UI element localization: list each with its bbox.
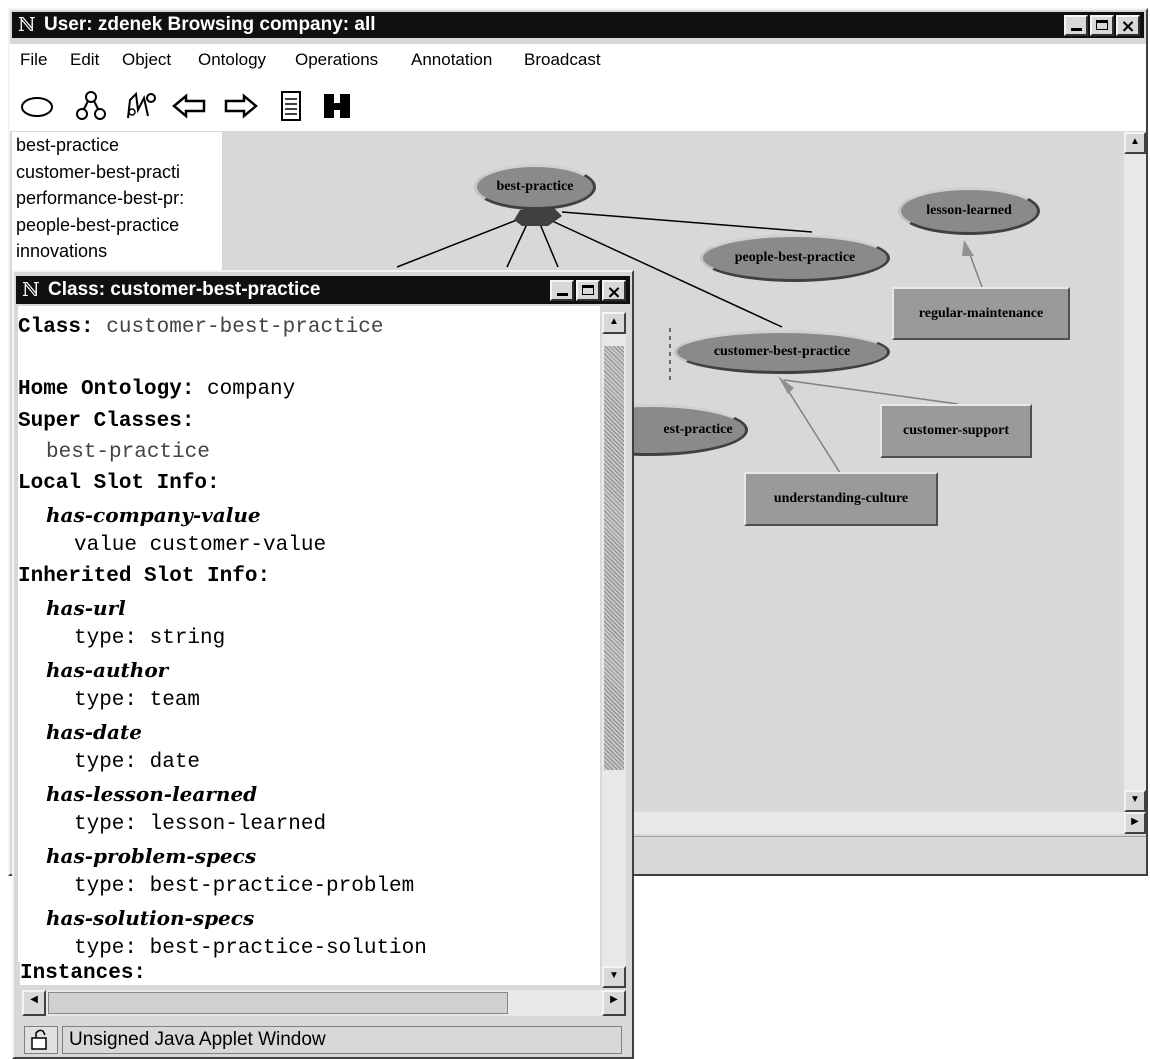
list-item[interactable]: people-best-practice xyxy=(12,212,222,239)
slot-name[interactable]: has-author xyxy=(46,658,168,682)
slot-detail: type: string xyxy=(74,627,226,650)
menu-ontology[interactable]: Ontology xyxy=(198,50,266,70)
instances-label: Instances: xyxy=(20,962,600,985)
scroll-thumb[interactable] xyxy=(604,346,624,770)
graph-node-lesson-learned[interactable]: lesson-learned xyxy=(898,187,1040,235)
scroll-left-button[interactable]: ◀ xyxy=(22,990,46,1016)
slot-detail: type: date xyxy=(74,751,201,774)
minimize-button[interactable] xyxy=(550,280,574,301)
list-item[interactable]: performance-best-pr: xyxy=(12,185,222,212)
close-icon: × xyxy=(606,282,622,303)
main-title-bar[interactable]: ℕ User: zdenek Browsing company: all × xyxy=(12,12,1144,38)
toolbar xyxy=(10,76,1146,131)
scroll-right-button[interactable]: ▶ xyxy=(602,990,626,1016)
scroll-up-button[interactable]: ▲ xyxy=(602,312,626,334)
class-status-bar: Unsigned Java Applet Window xyxy=(22,1024,626,1054)
local-slot-label: Local Slot Info: xyxy=(18,472,220,495)
graph-tool-button[interactable] xyxy=(124,90,156,122)
super-classes-label: Super Classes: xyxy=(18,410,195,433)
class-horizontal-scrollbar[interactable]: ◀ ▶ xyxy=(22,990,626,1016)
lock-icon xyxy=(24,1026,58,1054)
scroll-up-button[interactable]: ▲ xyxy=(1124,132,1146,154)
list-item[interactable]: best-practice xyxy=(12,132,222,159)
forward-button[interactable] xyxy=(222,90,258,122)
inherited-slot-label: Inherited Slot Info: xyxy=(18,565,271,588)
graph-node-people-best-practice[interactable]: people-best-practice xyxy=(700,234,890,282)
ellipse-tool-button[interactable] xyxy=(20,90,53,122)
menu-operations[interactable]: Operations xyxy=(295,50,378,70)
menu-bar: File Edit Object Ontology Operations Ann… xyxy=(10,44,1146,76)
class-list: best-practice customer-best-practi perfo… xyxy=(12,132,223,272)
arrow-right-icon xyxy=(224,93,258,119)
scroll-thumb[interactable] xyxy=(48,992,508,1014)
hierarchy-icon xyxy=(76,91,106,120)
close-button[interactable]: × xyxy=(602,280,626,303)
class-heading-value[interactable]: customer-best-practice xyxy=(106,316,383,339)
slot-name[interactable]: has-solution-specs xyxy=(46,906,254,930)
document-tool-button[interactable] xyxy=(274,90,306,122)
main-window-title: User: zdenek Browsing company: all xyxy=(44,14,376,35)
slot-detail: type: lesson-learned xyxy=(74,813,327,836)
menu-broadcast[interactable]: Broadcast xyxy=(524,50,601,70)
maximize-button[interactable] xyxy=(576,280,600,301)
close-button[interactable]: × xyxy=(1116,15,1140,37)
graph-node-regular-maintenance[interactable]: regular-maintenance xyxy=(892,287,1070,340)
back-button[interactable] xyxy=(172,90,206,122)
class-heading-label: Class: xyxy=(18,316,94,339)
menu-annotation[interactable]: Annotation xyxy=(411,50,492,70)
class-vertical-scrollbar[interactable]: ▲ ▼ xyxy=(602,312,626,988)
list-item[interactable]: innovations xyxy=(12,238,222,265)
h-tool-button[interactable] xyxy=(320,90,352,122)
slot-detail: type: team xyxy=(74,689,201,712)
scroll-down-button[interactable]: ▼ xyxy=(602,966,626,988)
class-title-bar[interactable]: ℕ Class: customer-best-practice × xyxy=(16,276,630,304)
maximize-icon xyxy=(582,285,594,295)
close-icon: × xyxy=(1120,16,1136,37)
menu-file[interactable]: File xyxy=(20,50,47,70)
list-item[interactable]: customer-best-practi xyxy=(12,159,222,186)
arrow-left-icon xyxy=(172,93,206,119)
maximize-button[interactable] xyxy=(1090,15,1114,36)
slot-name[interactable]: has-problem-specs xyxy=(46,844,256,868)
class-details: Class: customer-best-practice Home Ontol… xyxy=(18,306,600,962)
maximize-icon xyxy=(1096,20,1108,30)
scroll-down-button[interactable]: ▼ xyxy=(1124,790,1146,812)
minimize-button[interactable] xyxy=(1064,15,1088,36)
graph-node-customer-support[interactable]: customer-support xyxy=(880,404,1032,458)
main-status-bar xyxy=(622,836,1146,869)
ellipse-icon xyxy=(21,97,53,117)
hierarchy-tool-button[interactable] xyxy=(74,90,106,122)
scroll-right-button[interactable]: ▶ xyxy=(1124,812,1146,834)
graph-node-understanding-culture[interactable]: understanding-culture xyxy=(744,472,938,526)
slot-detail: type: best-practice-problem xyxy=(74,875,415,898)
home-ontology-value[interactable]: company xyxy=(207,378,295,401)
graph-icon xyxy=(127,91,156,119)
graph-node-best-practice[interactable]: best-practice xyxy=(474,164,596,210)
graph-node-customer-best-practice[interactable]: customer-best-practice xyxy=(674,330,890,374)
slot-name[interactable]: has-lesson-learned xyxy=(46,782,257,806)
applet-warning-text: Unsigned Java Applet Window xyxy=(62,1026,622,1054)
netscape-icon: ℕ xyxy=(22,279,40,301)
class-window-title: Class: customer-best-practice xyxy=(48,279,321,300)
home-ontology-label: Home Ontology: xyxy=(18,378,195,401)
slot-detail: value customer-value xyxy=(74,534,327,557)
slot-name[interactable]: has-url xyxy=(46,596,126,620)
graph-horizontal-scrollbar[interactable]: ▶ xyxy=(622,812,1146,834)
menu-object[interactable]: Object xyxy=(122,50,171,70)
minimize-icon xyxy=(557,293,568,296)
graph-vertical-scrollbar[interactable]: ▲ ▼ xyxy=(1124,132,1146,812)
slot-name[interactable]: has-date xyxy=(46,720,142,744)
class-window: ℕ Class: customer-best-practice × Class:… xyxy=(12,270,634,1059)
netscape-icon: ℕ xyxy=(18,14,36,36)
super-class-link[interactable]: best-practice xyxy=(46,441,210,464)
h-icon xyxy=(324,94,350,118)
minimize-icon xyxy=(1071,28,1082,31)
slot-detail: type: best-practice-solution xyxy=(74,937,427,960)
menu-edit[interactable]: Edit xyxy=(70,50,99,70)
document-icon xyxy=(281,91,301,121)
slot-name[interactable]: has-company-value xyxy=(46,503,261,527)
